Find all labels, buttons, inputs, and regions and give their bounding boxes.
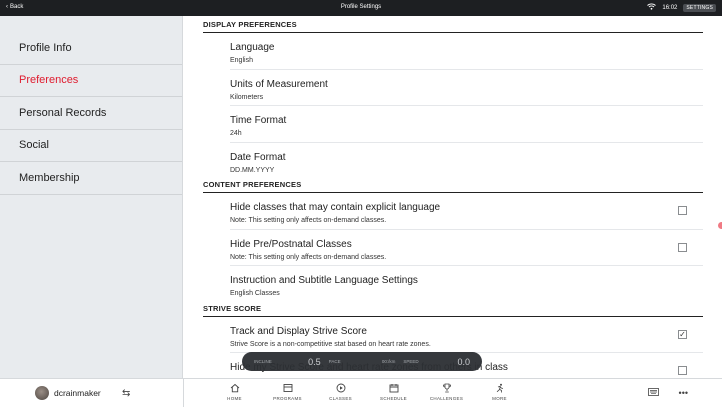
setting-note: Strive Score is a non-competitive stat b…	[230, 340, 431, 348]
keyboard-icon[interactable]	[647, 388, 659, 398]
setting-row-date-format[interactable]: Date Format DD.MM.YYYY	[230, 143, 703, 180]
more-dots-icon[interactable]: •••	[679, 388, 688, 398]
check-icon: ✓	[679, 329, 686, 339]
sidebar-item-label: Membership	[19, 171, 80, 184]
calendar-icon	[389, 383, 399, 394]
setting-value: English	[230, 57, 253, 64]
divider	[183, 379, 184, 407]
setting-note: Note: This setting only affects on-deman…	[230, 253, 387, 261]
explicit-language-checkbox[interactable]	[678, 206, 687, 215]
setting-value: English Classes	[230, 290, 280, 297]
nav-label: SCHEDULE	[380, 396, 407, 401]
incline-label: INCLINE	[254, 359, 272, 364]
preferences-panel[interactable]: DISPLAY PREFERENCES Language English Uni…	[183, 16, 722, 378]
sidebar: Profile Info Preferences Personal Record…	[0, 16, 183, 378]
sidebar-item-personal-records[interactable]: Personal Records	[0, 97, 182, 130]
setting-value: 24h	[230, 130, 242, 137]
bottom-nav-bar: dcrainmaker ⇆ HOME PROGRAMS CLASSES SCHE…	[0, 378, 722, 407]
status-area: 16:02 SETTINGS	[647, 3, 716, 12]
prenatal-checkbox[interactable]	[678, 242, 687, 252]
strive-score-checkbox[interactable]: ✓	[678, 329, 687, 339]
setting-title: Track and Display Strive Score	[230, 325, 367, 337]
setting-row-subtitle-language[interactable]: Instruction and Subtitle Language Settin…	[230, 266, 703, 303]
setting-title: Date Format	[230, 151, 286, 163]
setting-title: Hide classes that may contain explicit l…	[230, 202, 441, 213]
nav-more[interactable]: MORE	[473, 383, 526, 401]
speed-label: SPEED	[403, 359, 419, 364]
nav-label: MORE	[492, 396, 507, 401]
setting-title: Language	[230, 42, 275, 53]
nav-home[interactable]: HOME	[208, 383, 261, 401]
setting-row-units[interactable]: Units of Measurement Kilometers	[230, 70, 703, 106]
nav-label: HOME	[227, 396, 242, 401]
setting-note: Note: This setting only affects on-deman…	[230, 217, 387, 224]
main-nav: HOME PROGRAMS CLASSES SCHEDULE CHALLENGE…	[208, 383, 526, 401]
settings-button[interactable]: SETTINGS	[683, 3, 716, 12]
sidebar-item-label: Profile Info	[19, 41, 72, 54]
setting-row-strive-score[interactable]: Track and Display Strive Score Strive Sc…	[230, 317, 703, 353]
sidebar-item-profile-info[interactable]: Profile Info	[0, 32, 182, 65]
speed-metric: SPEED 0.0	[399, 357, 474, 367]
wifi-icon	[647, 3, 657, 12]
section-header-display: DISPLAY PREFERENCES	[203, 16, 703, 33]
runner-icon	[495, 383, 505, 394]
user-profile-button[interactable]: dcrainmaker	[35, 386, 101, 400]
incline-metric: INCLINE 0.5	[250, 357, 325, 367]
username: dcrainmaker	[54, 388, 101, 398]
top-bar: ‹ Back Profile Settings 16:02 SETTINGS	[0, 0, 722, 16]
sidebar-item-preferences[interactable]: Preferences	[0, 65, 182, 97]
setting-title: Time Format	[230, 115, 287, 126]
scroll-indicator[interactable]	[718, 222, 722, 229]
pace-value: 00:/km	[381, 359, 396, 364]
incline-value: 0.5	[308, 356, 321, 367]
pace-label: PACE	[328, 359, 341, 364]
nav-schedule[interactable]: SCHEDULE	[367, 383, 420, 401]
setting-row-language[interactable]: Language English	[230, 33, 703, 70]
setting-title: Units of Measurement	[230, 78, 328, 90]
home-icon	[230, 383, 240, 394]
programs-icon	[283, 383, 293, 394]
setting-row-explicit-language[interactable]: Hide classes that may contain explicit l…	[230, 193, 703, 230]
section-header-strive: STRIVE SCORE	[203, 303, 703, 317]
speed-value: 0.0	[457, 356, 471, 367]
setting-title: Instruction and Subtitle Language Settin…	[230, 275, 418, 286]
nav-classes[interactable]: CLASSES	[314, 383, 367, 401]
nav-label: CLASSES	[329, 396, 352, 401]
setting-row-prenatal[interactable]: Hide Pre/Postnatal Classes Note: This se…	[230, 230, 703, 266]
nav-label: CHALLENGES	[429, 396, 464, 401]
setting-row-time-format[interactable]: Time Format 24h	[230, 106, 703, 143]
page-title: Profile Settings	[340, 4, 382, 10]
setting-value: DD.MM.YYYY	[230, 166, 275, 174]
sidebar-item-social[interactable]: Social	[0, 130, 182, 162]
setting-value: Kilometers	[230, 93, 264, 101]
sidebar-item-label: Personal Records	[19, 106, 107, 119]
play-icon	[336, 383, 346, 394]
hide-strive-checkbox[interactable]	[678, 366, 687, 375]
swap-arrows-icon[interactable]: ⇆	[122, 388, 130, 399]
right-icons: •••	[647, 388, 688, 398]
sidebar-item-label: Preferences	[19, 74, 79, 87]
nav-programs[interactable]: PROGRAMS	[261, 383, 314, 401]
clock-time: 16:02	[662, 4, 678, 11]
trophy-icon	[442, 383, 452, 394]
nav-label: PROGRAMS	[273, 396, 302, 401]
nav-challenges[interactable]: CHALLENGES	[420, 383, 473, 401]
avatar	[35, 386, 49, 400]
sidebar-item-membership[interactable]: Membership	[0, 162, 182, 195]
section-header-content: CONTENT PREFERENCES	[203, 179, 703, 193]
workout-metrics-bar: INCLINE 0.5 PACE 00:/km SPEED 0.0	[242, 352, 482, 371]
setting-title: Hide Pre/Postnatal Classes	[230, 238, 352, 250]
pace-metric: PACE 00:/km	[325, 359, 400, 364]
sidebar-item-label: Social	[19, 139, 49, 152]
